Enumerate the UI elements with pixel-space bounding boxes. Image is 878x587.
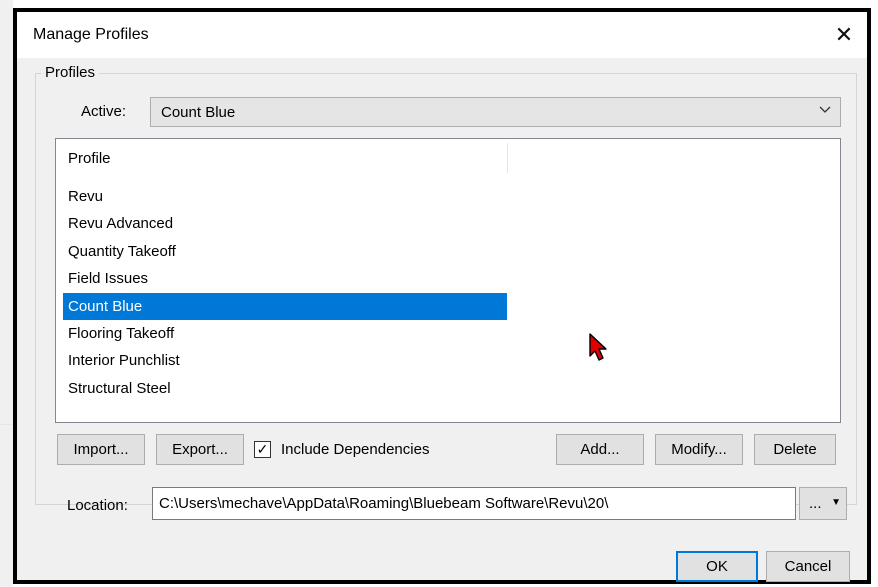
dropdown-arrow-icon: ▼: [831, 497, 841, 508]
profile-list-item[interactable]: Quantity Takeoff: [63, 238, 507, 265]
profile-list-item[interactable]: Revu Advanced: [63, 210, 507, 237]
export-button[interactable]: Export...: [156, 434, 244, 465]
include-dependencies-label: Include Dependencies: [281, 441, 430, 458]
active-label: Active:: [81, 103, 127, 120]
checkbox-check-icon[interactable]: ✓: [254, 441, 271, 458]
profile-list-item[interactable]: Count Blue: [63, 292, 507, 320]
location-value: C:\Users\mechave\AppData\Roaming\Bluebea…: [159, 495, 609, 512]
profiles-group-label: Profiles: [41, 64, 100, 81]
red-arrow-cursor-icon: [589, 333, 607, 361]
location-label: Location:: [67, 497, 128, 514]
active-profile-value: Count Blue: [161, 104, 236, 121]
column-separator[interactable]: [507, 143, 508, 173]
profile-list-item[interactable]: Flooring Takeoff: [63, 320, 507, 347]
column-header-profile[interactable]: Profile: [68, 150, 111, 167]
import-button[interactable]: Import...: [57, 434, 145, 465]
profile-list-items: Revu Revu Advanced Quantity Takeoff Field I…: [63, 183, 507, 402]
background-divider: [0, 424, 13, 425]
browse-dots: ...: [809, 495, 822, 512]
title-bar: Manage Profiles ✕: [17, 12, 867, 58]
active-profile-dropdown[interactable]: Count Blue: [150, 97, 841, 127]
dialog-title: Manage Profiles: [33, 26, 149, 43]
background-app-edge: [0, 0, 13, 587]
close-icon[interactable]: ✕: [827, 18, 861, 52]
ok-button[interactable]: OK: [676, 551, 758, 582]
modify-button[interactable]: Modify...: [655, 434, 743, 465]
profile-list-item[interactable]: Interior Punchlist: [63, 347, 507, 374]
profile-list-item[interactable]: Revu: [63, 183, 507, 210]
profile-list-item[interactable]: Structural Steel: [63, 375, 507, 402]
add-button[interactable]: Add...: [556, 434, 644, 465]
profiles-list[interactable]: Profile Revu Revu Advanced Quantity Takeof…: [55, 138, 841, 423]
chevron-down-icon: [818, 102, 832, 119]
browse-location-button[interactable]: ... ▼: [799, 487, 847, 520]
location-field[interactable]: C:\Users\mechave\AppData\Roaming\Bluebea…: [152, 487, 796, 520]
profile-list-item[interactable]: Field Issues: [63, 265, 507, 292]
cancel-button[interactable]: Cancel: [766, 551, 850, 582]
delete-button[interactable]: Delete: [754, 434, 836, 465]
